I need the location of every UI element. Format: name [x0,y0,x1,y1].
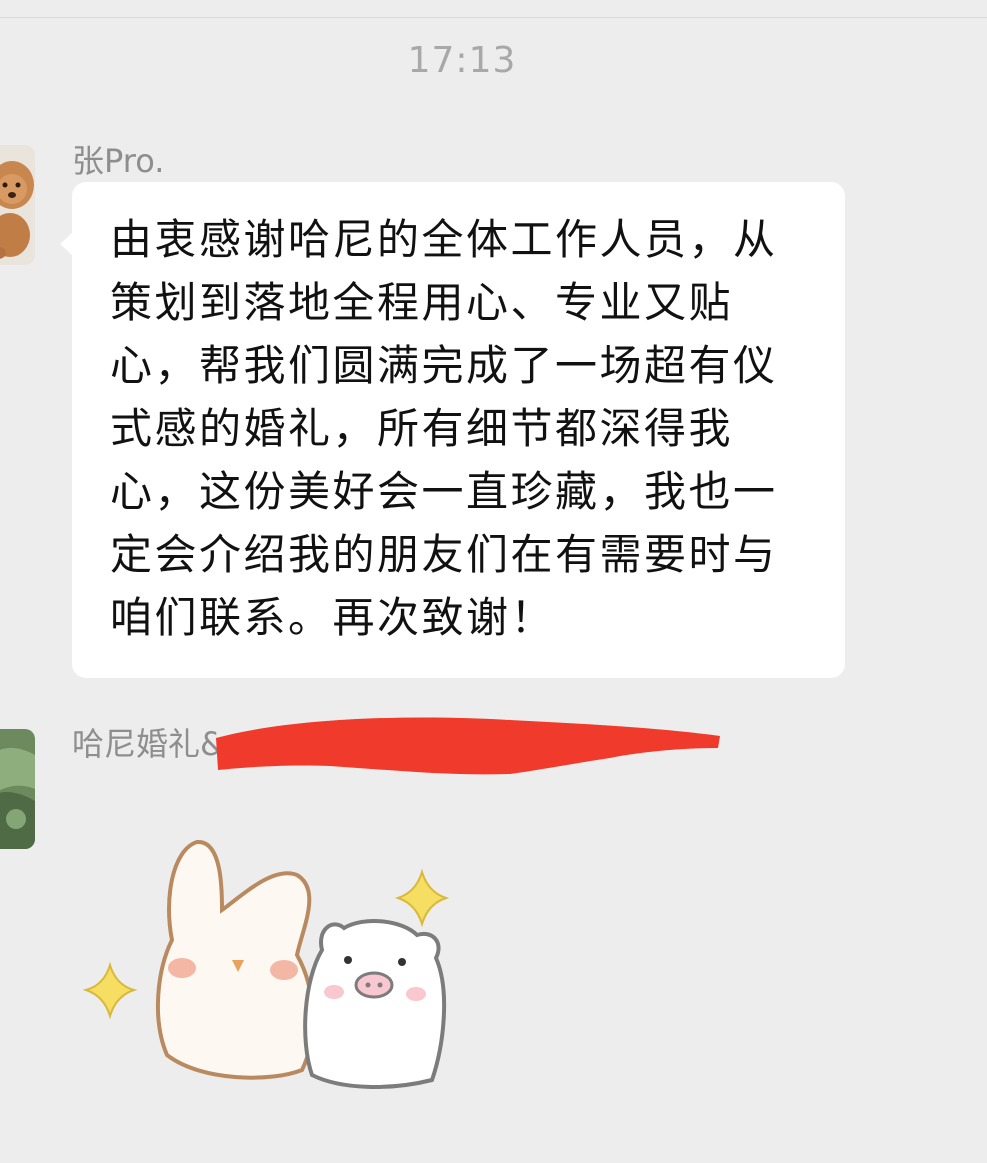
puppy-avatar-icon[interactable] [0,145,35,265]
top-divider [0,17,987,18]
chat-window: 17:13 张Pro. 由衷感谢哈尼的全体工作人员，从策划到落地全程用心、专业又… [0,0,987,1163]
sender-name: 张Pro. [72,142,165,180]
message-timestamp: 17:13 [407,40,517,81]
landscape-avatar-icon[interactable] [0,729,35,849]
bunny-and-pig-sparkle-sticker-icon[interactable] [72,820,472,1120]
bubble-tail [60,232,73,256]
text-message-bubble[interactable]: 由衷感谢哈尼的全体工作人员，从策划到落地全程用心、专业又贴心，帮我们圆满完成了一… [60,182,845,678]
sender-name: 哈尼婚礼& [72,725,225,763]
message-text: 由衷感谢哈尼的全体工作人员，从策划到落地全程用心、专业又贴心，帮我们圆满完成了一… [110,215,778,642]
red-redaction-mark [216,717,720,775]
